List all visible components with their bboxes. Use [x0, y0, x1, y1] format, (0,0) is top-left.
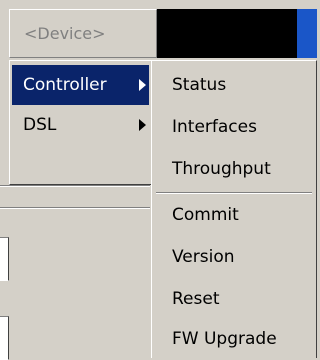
main-menu: Controller DSL	[9, 60, 152, 185]
submenu-item-label: Interfaces	[172, 117, 257, 137]
menu-item-label: DSL	[23, 115, 57, 135]
menu-item-dsl[interactable]: DSL	[12, 105, 149, 145]
input-field-edge[interactable]	[0, 316, 9, 360]
submenu-item-reset[interactable]: Reset	[154, 279, 314, 319]
submenu-item-status[interactable]: Status	[154, 65, 314, 105]
submenu-item-label: Throughput	[172, 159, 271, 179]
submenu-item-commit[interactable]: Commit	[154, 195, 314, 235]
submenu-item-fw-upgrade[interactable]: FW Upgrade	[154, 319, 314, 359]
submenu-item-label: Version	[172, 247, 235, 267]
submenu-item-throughput[interactable]: Throughput	[154, 149, 314, 189]
input-field-edge[interactable]	[0, 237, 9, 281]
header-blue-edge	[297, 9, 317, 58]
submenu-arrow-icon	[139, 79, 146, 91]
controller-submenu: Status Interfaces Throughput Commit Vers…	[151, 60, 317, 358]
submenu-item-label: Status	[172, 75, 227, 95]
submenu-item-version[interactable]: Version	[154, 237, 314, 277]
submenu-item-label: FW Upgrade	[172, 329, 277, 349]
menu-item-controller[interactable]: Controller	[12, 65, 149, 105]
submenu-separator	[156, 192, 312, 194]
device-header-label: <Device>	[24, 24, 106, 43]
submenu-item-label: Commit	[172, 205, 239, 225]
submenu-arrow-icon	[139, 119, 146, 131]
device-header[interactable]: <Device>	[9, 9, 157, 58]
menu-item-label: Controller	[23, 75, 107, 95]
header-dark-area	[157, 9, 297, 58]
submenu-item-label: Reset	[172, 289, 220, 309]
submenu-item-interfaces[interactable]: Interfaces	[154, 107, 314, 147]
panel-divider	[0, 207, 150, 209]
panel-divider	[0, 185, 150, 187]
